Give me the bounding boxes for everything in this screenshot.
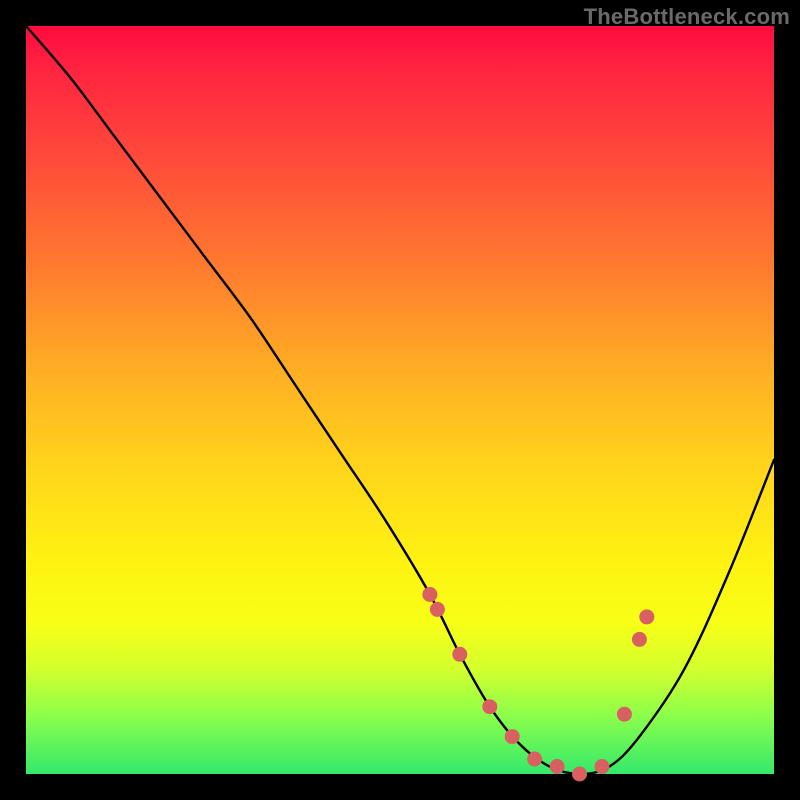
marker-point <box>430 602 445 617</box>
marker-point <box>632 632 647 647</box>
marker-point <box>617 707 632 722</box>
marker-point <box>595 759 610 774</box>
marker-point <box>572 767 587 782</box>
marker-point <box>550 759 565 774</box>
marker-point <box>639 609 654 624</box>
marker-point <box>482 699 497 714</box>
bottleneck-curve <box>26 26 774 774</box>
chart-frame: TheBottleneck.com <box>0 0 800 800</box>
curve-layer <box>26 26 774 774</box>
marker-point <box>422 587 437 602</box>
marker-point <box>527 752 542 767</box>
highlight-markers <box>422 587 654 782</box>
marker-point <box>452 647 467 662</box>
marker-point <box>505 729 520 744</box>
